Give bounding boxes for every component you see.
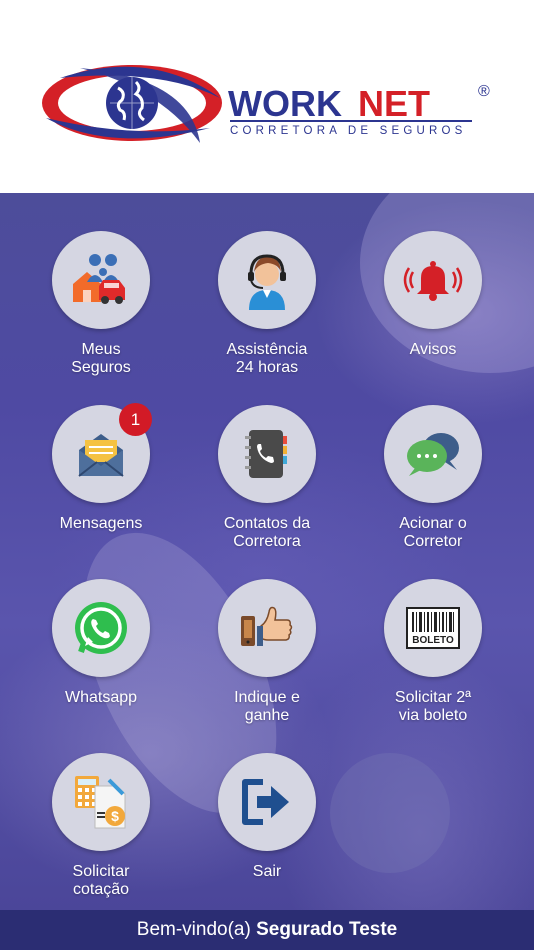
boleto-barcode-text: BOLETO bbox=[412, 635, 454, 646]
menu-assistencia[interactable]: Assistência 24 horas bbox=[192, 231, 342, 377]
acionar-button[interactable] bbox=[384, 405, 482, 503]
menu-avisos[interactable]: Avisos bbox=[358, 231, 508, 359]
chat-bubbles-icon bbox=[407, 433, 459, 476]
registered-mark: ® bbox=[478, 83, 490, 100]
mensagens-button[interactable]: 1 bbox=[52, 403, 152, 503]
whatsapp-button[interactable] bbox=[52, 579, 150, 677]
assistencia-label: Assistência 24 horas bbox=[226, 341, 308, 376]
brand-net-text: NET bbox=[358, 83, 430, 124]
contatos-button[interactable] bbox=[218, 405, 316, 503]
avisos-button[interactable] bbox=[384, 231, 482, 329]
svg-text:$: $ bbox=[111, 808, 119, 824]
exit-arrow-icon bbox=[242, 779, 289, 825]
worknet-logo: WORK NET ® CORRETORA DE SEGUROS bbox=[42, 65, 490, 143]
menu-mensagens[interactable]: 1 Mensagens bbox=[26, 403, 176, 533]
menu-whatsapp[interactable]: Whatsapp bbox=[26, 579, 176, 707]
sair-button[interactable] bbox=[218, 753, 316, 851]
brand-tagline: CORRETORA DE SEGUROS bbox=[230, 125, 467, 137]
boleto-button[interactable]: BOLETO bbox=[384, 579, 482, 677]
envelope-icon bbox=[78, 434, 124, 477]
indique-button[interactable] bbox=[218, 579, 316, 677]
menu-meus-seguros[interactable]: Meus Seguros bbox=[26, 231, 176, 377]
phone-book-icon bbox=[245, 430, 287, 478]
family-house-car-icon bbox=[73, 254, 125, 304]
meus-seguros-label: Meus Seguros bbox=[71, 341, 131, 376]
calculator-money-icon: $ bbox=[75, 776, 126, 829]
boleto-label: Solicitar 2ª via boleto bbox=[394, 689, 472, 724]
contatos-label: Contatos da Corretora bbox=[223, 515, 311, 550]
mensagens-label: Mensagens bbox=[59, 515, 143, 532]
sair-label: Sair bbox=[252, 863, 282, 880]
acionar-label: Acionar o Corretor bbox=[399, 515, 467, 550]
thumbs-up-phone-icon bbox=[241, 606, 293, 646]
headset-agent-icon bbox=[248, 254, 286, 310]
cotacao-button[interactable]: $ bbox=[52, 753, 150, 851]
welcome-footer: Bem-vindo(a) Segurado Teste bbox=[0, 910, 534, 950]
user-name: Segurado Teste bbox=[256, 919, 398, 940]
assistencia-button[interactable] bbox=[218, 231, 316, 329]
welcome-greeting: Bem-vindo(a) bbox=[136, 919, 257, 940]
unread-badge: 1 bbox=[119, 403, 152, 436]
menu-sair[interactable]: Sair bbox=[192, 753, 342, 881]
app-header: WORK NET ® CORRETORA DE SEGUROS bbox=[0, 0, 534, 193]
indique-label: Indique e ganhe bbox=[234, 689, 300, 724]
menu-boleto[interactable]: BOLETO Solicitar 2ª via boleto bbox=[358, 579, 508, 725]
barcode-boleto-icon: BOLETO bbox=[406, 607, 460, 649]
avisos-label: Avisos bbox=[409, 341, 457, 358]
menu-contatos[interactable]: Contatos da Corretora bbox=[192, 405, 342, 551]
menu-cotacao[interactable]: $ Solicitar cotação bbox=[26, 753, 176, 899]
whatsapp-label: Whatsapp bbox=[64, 689, 138, 706]
meus-seguros-button[interactable] bbox=[52, 231, 150, 329]
brand-work-text: WORK bbox=[228, 83, 342, 124]
alarm-bell-icon bbox=[403, 261, 463, 301]
menu-area: Meus Seguros Assistência 24 horas Avisos… bbox=[0, 193, 534, 910]
whatsapp-icon bbox=[75, 602, 127, 654]
cotacao-label: Solicitar cotação bbox=[72, 863, 130, 898]
menu-indique[interactable]: Indique e ganhe bbox=[192, 579, 342, 725]
menu-acionar[interactable]: Acionar o Corretor bbox=[358, 405, 508, 551]
